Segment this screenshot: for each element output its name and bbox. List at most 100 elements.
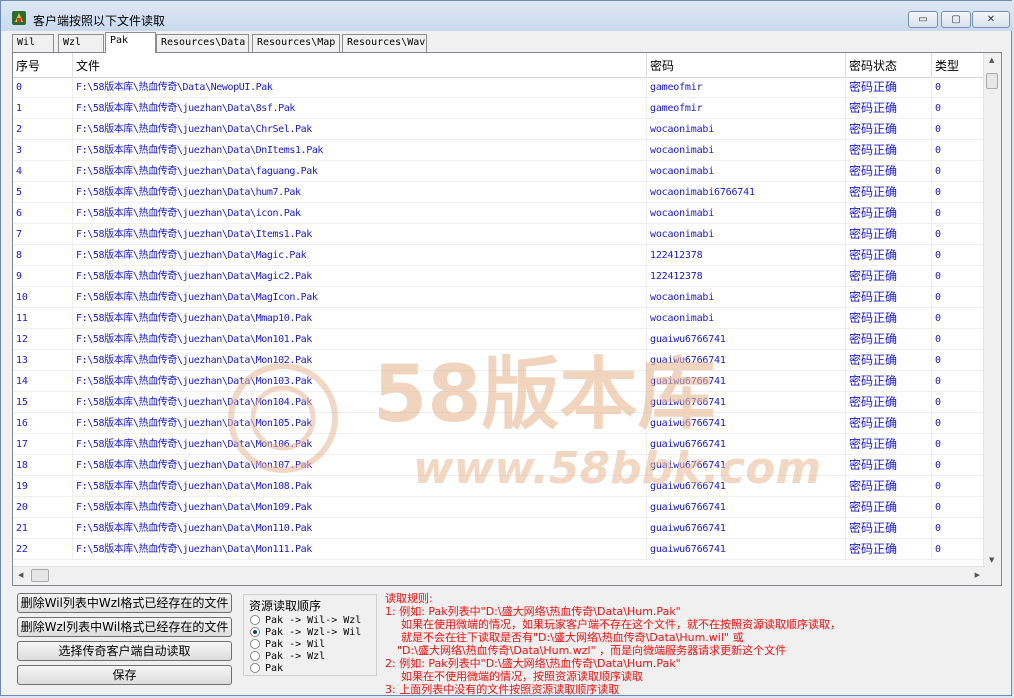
rule-line: 如果在使用微端的情况，如果玩家客户端不存在这个文件，就不在按照资源读取顺序读取， xyxy=(401,618,841,631)
cell-index: 16 xyxy=(13,413,73,434)
cell-file: F:\58版本库\热血传奇\juezhan\Data\Mon105.Pak xyxy=(73,413,647,434)
main-window: 客户端按照以下文件读取 ▭ ▢ ✕ Wil Wzl Pak Resources\… xyxy=(0,0,1013,696)
maximize-button[interactable]: ▢ xyxy=(941,11,971,28)
cell-password: guaiwu6766741 xyxy=(647,476,846,497)
cell-password: 122412378 xyxy=(647,266,846,287)
cell-password: guaiwu6766741 xyxy=(647,455,846,476)
table-row[interactable]: 11 F:\58版本库\热血传奇\juezhan\Data\Mmap10.Pak w… xyxy=(13,308,985,329)
close-icon: ✕ xyxy=(986,14,996,25)
table-row[interactable]: 4 F:\58版本库\热血传奇\juezhan\Data\faguang.Pak w… xyxy=(13,161,985,182)
cell-password: wocaonimabi xyxy=(647,119,846,140)
table-row[interactable]: 3 F:\58版本库\热血传奇\juezhan\Data\DnItems1.Pak… xyxy=(13,140,985,161)
table-row[interactable]: 15 F:\58版本库\热血传奇\juezhan\Data\Mon104.Pak g… xyxy=(13,392,985,413)
table-row[interactable]: 2 F:\58版本库\热血传奇\juezhan\Data\ChrSel.Pak wo… xyxy=(13,119,985,140)
cell-index: 12 xyxy=(13,329,73,350)
table-row[interactable]: 14 F:\58版本库\热血传奇\juezhan\Data\Mon103.Pak g… xyxy=(13,371,985,392)
cell-password: guaiwu6766741 xyxy=(647,371,846,392)
cell-index: 15 xyxy=(13,392,73,413)
cell-file: F:\58版本库\热血传奇\juezhan\Data\Items1.Pak xyxy=(73,224,647,245)
table-row[interactable]: 13 F:\58版本库\热血传奇\juezhan\Data\Mon102.Pak g… xyxy=(13,350,985,371)
tab-resources-wav[interactable]: Resources\Wav xyxy=(342,34,427,52)
horizontal-scrollbar[interactable]: ◀ ▶ xyxy=(13,566,985,585)
tab-resources-data[interactable]: Resources\Data xyxy=(156,34,249,52)
tab-pak[interactable]: Pak xyxy=(105,32,156,53)
horizontal-scroll-thumb[interactable] xyxy=(31,569,49,582)
cell-type: 0 xyxy=(932,497,985,518)
cell-index: 4 xyxy=(13,161,73,182)
cell-index: 1 xyxy=(13,98,73,119)
tab-wzl[interactable]: Wzl xyxy=(58,34,104,52)
scroll-down-icon[interactable]: ▼ xyxy=(989,556,994,564)
app-icon xyxy=(12,11,26,25)
cell-index: 11 xyxy=(13,308,73,329)
cell-password-status: 密码正确 xyxy=(846,224,932,245)
cell-password-status: 密码正确 xyxy=(846,497,932,518)
cell-type: 0 xyxy=(932,539,985,560)
header-password-status[interactable]: 密码状态 xyxy=(846,53,932,77)
vertical-scrollbar[interactable]: ▲ ▼ xyxy=(983,53,1001,567)
rule-line: 如果在不使用微端的情况，按照资源读取顺序读取 xyxy=(401,670,643,683)
tab-resources-map[interactable]: Resources\Map xyxy=(252,34,340,52)
cell-file: F:\58版本库\热血传奇\juezhan\Data\Mon111.Pak xyxy=(73,539,647,560)
table-row[interactable]: 6 F:\58版本库\热血传奇\juezhan\Data\icon.Pak woca… xyxy=(13,203,985,224)
close-button[interactable]: ✕ xyxy=(972,11,1010,28)
radio-icon[interactable] xyxy=(250,615,260,625)
maximize-icon: ▢ xyxy=(951,14,961,25)
cell-file: F:\58版本库\热血传奇\juezhan\Data\Mon110.Pak xyxy=(73,518,647,539)
cell-password-status: 密码正确 xyxy=(846,140,932,161)
cell-index: 22 xyxy=(13,539,73,560)
radio-icon[interactable] xyxy=(250,651,260,661)
table-row[interactable]: 18 F:\58版本库\热血传奇\juezhan\Data\Mon107.Pak g… xyxy=(13,455,985,476)
header-type[interactable]: 类型 xyxy=(932,53,985,77)
cell-password-status: 密码正确 xyxy=(846,329,932,350)
table-row[interactable]: 12 F:\58版本库\热血传奇\juezhan\Data\Mon101.Pak g… xyxy=(13,329,985,350)
scroll-left-icon[interactable]: ◀ xyxy=(18,571,23,579)
table-row[interactable]: 5 F:\58版本库\热血传奇\juezhan\Data\hum7.Pak woca… xyxy=(13,182,985,203)
cell-file: F:\58版本库\热血传奇\juezhan\Data\8sf.Pak xyxy=(73,98,647,119)
cell-password: wocaonimabi xyxy=(647,287,846,308)
table-row[interactable]: 19 F:\58版本库\热血传奇\juezhan\Data\Mon108.Pak g… xyxy=(13,476,985,497)
header-password[interactable]: 密码 xyxy=(647,53,846,77)
cell-type: 0 xyxy=(932,161,985,182)
cell-index: 8 xyxy=(13,245,73,266)
table-row[interactable]: 20 F:\58版本库\热血传奇\juezhan\Data\Mon109.Pak g… xyxy=(13,497,985,518)
table-row[interactable]: 16 F:\58版本库\热血传奇\juezhan\Data\Mon105.Pak g… xyxy=(13,413,985,434)
cell-password: guaiwu6766741 xyxy=(647,392,846,413)
table-row[interactable]: 21 F:\58版本库\热血传奇\juezhan\Data\Mon110.Pak g… xyxy=(13,518,985,539)
radio-icon[interactable] xyxy=(250,663,260,673)
table-row[interactable]: 8 F:\58版本库\热血传奇\juezhan\Data\Magic.Pak 122… xyxy=(13,245,985,266)
table-row[interactable]: 0 F:\58版本库\热血传奇\Data\NewopUI.Pak gameofmir… xyxy=(13,77,985,98)
cell-type: 0 xyxy=(932,182,985,203)
cell-password-status: 密码正确 xyxy=(846,518,932,539)
cell-index: 21 xyxy=(13,518,73,539)
cell-index: 10 xyxy=(13,287,73,308)
radio-selected-icon[interactable] xyxy=(250,627,260,637)
scroll-up-icon[interactable]: ▲ xyxy=(989,56,994,64)
cell-password-status: 密码正确 xyxy=(846,308,932,329)
table-row[interactable]: 9 F:\58版本库\热血传奇\juezhan\Data\Magic2.Pak 12… xyxy=(13,266,985,287)
table-row[interactable]: 10 F:\58版本库\热血传奇\juezhan\Data\MagIcon.Pak… xyxy=(13,287,985,308)
scroll-right-icon[interactable]: ▶ xyxy=(975,571,980,579)
vertical-scroll-thumb[interactable] xyxy=(986,73,998,89)
pak-file-list[interactable]: 序号 文件 密码 密码状态 类型 0 F:\58版本库\热血传奇\Data\New… xyxy=(12,52,1002,586)
delete-wil-duplicates-button[interactable]: 删除Wil列表中Wzl格式已经存在的文件 xyxy=(17,593,232,613)
table-row[interactable]: 22 F:\58版本库\热血传奇\juezhan\Data\Mon111.Pak g… xyxy=(13,539,985,560)
table-row[interactable]: 7 F:\58版本库\热血传奇\juezhan\Data\Items1.Pak wo… xyxy=(13,224,985,245)
table-row[interactable]: 1 F:\58版本库\热血传奇\juezhan\Data\8sf.Pak gameo… xyxy=(13,98,985,119)
title-bar: 客户端按照以下文件读取 ▭ ▢ ✕ xyxy=(1,1,1013,31)
radio-icon[interactable] xyxy=(250,639,260,649)
rules-title: 读取规则: xyxy=(385,592,433,605)
header-index[interactable]: 序号 xyxy=(13,53,73,77)
cell-password: guaiwu6766741 xyxy=(647,329,846,350)
cell-index: 14 xyxy=(13,371,73,392)
tab-wil[interactable]: Wil xyxy=(12,34,54,52)
cell-password-status: 密码正确 xyxy=(846,539,932,560)
delete-wzl-duplicates-button[interactable]: 删除Wzl列表中Wil格式已经存在的文件 xyxy=(17,617,232,637)
table-row[interactable]: 17 F:\58版本库\热血传奇\juezhan\Data\Mon106.Pak g… xyxy=(13,434,985,455)
select-client-button[interactable]: 选择传奇客户端自动读取 xyxy=(17,641,232,661)
cell-file: F:\58版本库\热血传奇\juezhan\Data\Magic2.Pak xyxy=(73,266,647,287)
cell-type: 0 xyxy=(932,392,985,413)
minimize-button[interactable]: ▭ xyxy=(908,11,938,28)
save-button[interactable]: 保存 xyxy=(17,665,232,685)
header-file[interactable]: 文件 xyxy=(73,53,647,77)
